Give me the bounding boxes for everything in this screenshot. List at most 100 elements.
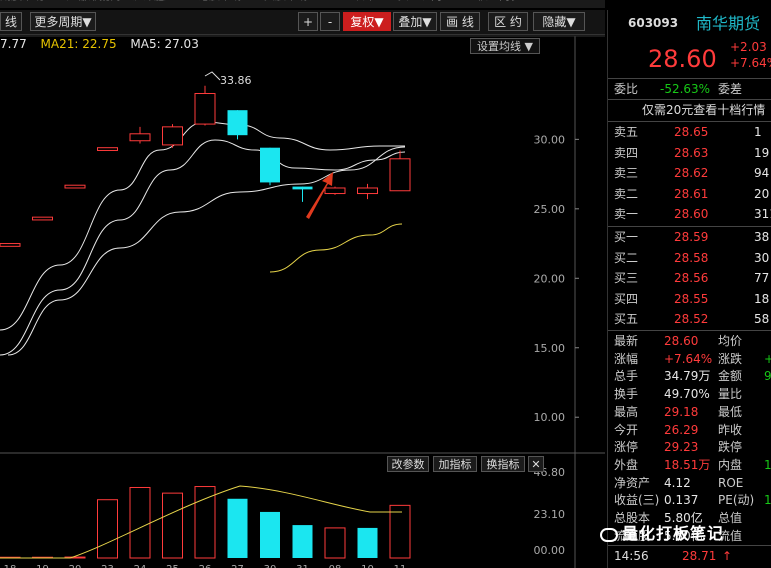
volume-bar (162, 492, 183, 559)
stat-row: 总手 34.79万 金额 9 (608, 367, 771, 386)
ask-label: 卖三 (614, 166, 639, 180)
volume-bar (292, 525, 313, 558)
candle-body (227, 110, 248, 136)
bid-label: 买四 (614, 291, 639, 306)
close-icon[interactable]: ✕ (528, 456, 544, 472)
x-tick-label: 20 (69, 564, 82, 568)
weibi-row: 委比 -52.63% 委差 (608, 80, 771, 99)
ask-label: 卖二 (614, 186, 639, 201)
bid-volume: 30 (754, 250, 770, 265)
ask-volume: 19 (754, 145, 770, 160)
y-tick-label: 10.00 (534, 411, 566, 424)
kline-chart[interactable]: 30.00 25.00 20.00 15.00 10.00 46.8023.1000.0… (0, 0, 605, 568)
x-tick-label: 26 (199, 564, 212, 568)
bid-volume: 18 (754, 291, 770, 306)
x-tick-label: 30 (264, 564, 277, 568)
volume-bar (129, 486, 151, 559)
ask-label: 卖四 (614, 145, 639, 160)
bid-price: 28.55 (674, 291, 709, 306)
candle-body (389, 158, 411, 192)
add-indicator-button[interactable]: 加指标 (433, 456, 477, 472)
last-trade-time: 14:56 (614, 549, 649, 563)
stat-value-2: + (764, 351, 771, 366)
stat-row: 外盘 18.51万内盘 16 (608, 456, 771, 475)
candle-body (292, 186, 313, 190)
ask-price: 28.63 (674, 145, 709, 160)
stat-row: 涨停 29.23 跌停 (608, 438, 771, 457)
stat-value: 0.137 (664, 493, 699, 508)
volume-bar (227, 498, 248, 558)
main-chart-grid (0, 35, 605, 568)
bid-volume: 58 (754, 312, 770, 326)
weicha-label: 委差 (718, 82, 743, 96)
ask-volume: 1 (754, 125, 762, 139)
candle-body (0, 243, 21, 247)
ask-row: 卖五 28.65 1 (608, 123, 771, 142)
stat-label-2: 跌停 (718, 440, 743, 455)
candle-body (324, 187, 346, 195)
stat-label: 收益(三) (614, 493, 660, 508)
wechat-icon (600, 527, 618, 542)
x-tick-label: 19 (36, 564, 49, 568)
main-y-axis: 30.00 25.00 20.00 15.00 10.00 (534, 133, 579, 424)
stat-row: 净资产 4.12 ROE (608, 474, 771, 493)
annotation-arrow (306, 172, 333, 219)
x-tick-label: 11 (394, 564, 407, 568)
stat-value: 34.79万 (664, 369, 711, 384)
stat-label: 涨幅 (614, 351, 639, 366)
promo-text: 仅需20元查看十档行情 (642, 103, 766, 117)
x-tick-label: 23 (101, 564, 114, 568)
last-trade-row: 14:56 28.71 ↑ (608, 547, 771, 566)
x-tick-label: 31 (296, 564, 309, 568)
candle-body (97, 147, 118, 151)
up-arrow-icon: ↑ (722, 549, 733, 563)
high-marker (204, 71, 221, 81)
weibi-value: -52.63% (660, 82, 711, 96)
change-params-button[interactable]: 改参数 (387, 456, 429, 472)
y-tick-label: 20.00 (534, 272, 566, 285)
switch-indicator-button[interactable]: 换指标 (481, 456, 525, 472)
quote-panel: 603093 南华期货 28.60 +2.03 +7.64% 委比 -52.63… (607, 10, 771, 568)
stat-row: 涨幅 +7.64% 涨跌 + (608, 350, 771, 369)
ask-price: 28.62 (674, 166, 709, 180)
candle-body (357, 187, 378, 195)
stat-row: 最高 29.18 最低 (608, 403, 771, 422)
bid-volume: 38 (754, 230, 770, 244)
x-tick-label: 27 (231, 564, 244, 568)
stat-value-2: 9 (764, 369, 771, 384)
x-tick-label: 24 (134, 564, 147, 568)
stat-label-2: 金额 (718, 369, 743, 384)
stat-label-2: 均价 (718, 334, 743, 348)
stat-row: 今开 26.29 昨收 (608, 421, 771, 440)
stat-label: 总手 (614, 369, 639, 384)
candle-body (260, 147, 280, 183)
candle-body (129, 133, 151, 142)
x-axis: 18 19 20 23 24 25 26 27 30 31 08 10 11 (4, 564, 407, 568)
stock-code: 603093 (628, 16, 679, 30)
stat-value: 28.60 (664, 334, 699, 348)
stat-label-2: PE(动) (718, 493, 755, 508)
candle-body (32, 216, 53, 221)
bid-row: 买二 28.58 30 (608, 249, 771, 268)
volume-y-axis: 46.8023.1000.00 (534, 466, 566, 557)
stat-label-2: 量比 (718, 387, 743, 402)
y-tick-label: 25.00 (534, 203, 566, 216)
ask-row: 卖四 28.63 19 (608, 144, 771, 163)
candlestick-series (0, 71, 411, 247)
promo-link[interactable]: 仅需20元查看十档行情 (608, 101, 771, 120)
stock-header: 603093 南华期货 (608, 14, 771, 36)
y-tick-label: 30.00 (534, 133, 566, 146)
bid-row: 买一 28.59 38 (608, 228, 771, 247)
stat-value: 49.70% (664, 387, 710, 402)
x-tick-label: 25 (166, 564, 179, 568)
ask-row: 卖二 28.61 20 (608, 185, 771, 204)
volume-bar (260, 511, 280, 558)
stat-value: 29.23 (664, 440, 699, 455)
stat-label-2: 最低 (718, 404, 743, 419)
ask-price: 28.60 (674, 207, 709, 221)
y-tick-label: 15.00 (534, 342, 566, 355)
price-change-pct: +7.64% (730, 56, 771, 70)
ask-volume: 94 (754, 166, 770, 180)
watermark-text: 量化打板笔记 (622, 524, 725, 543)
stat-value: 4.12 (664, 475, 691, 490)
